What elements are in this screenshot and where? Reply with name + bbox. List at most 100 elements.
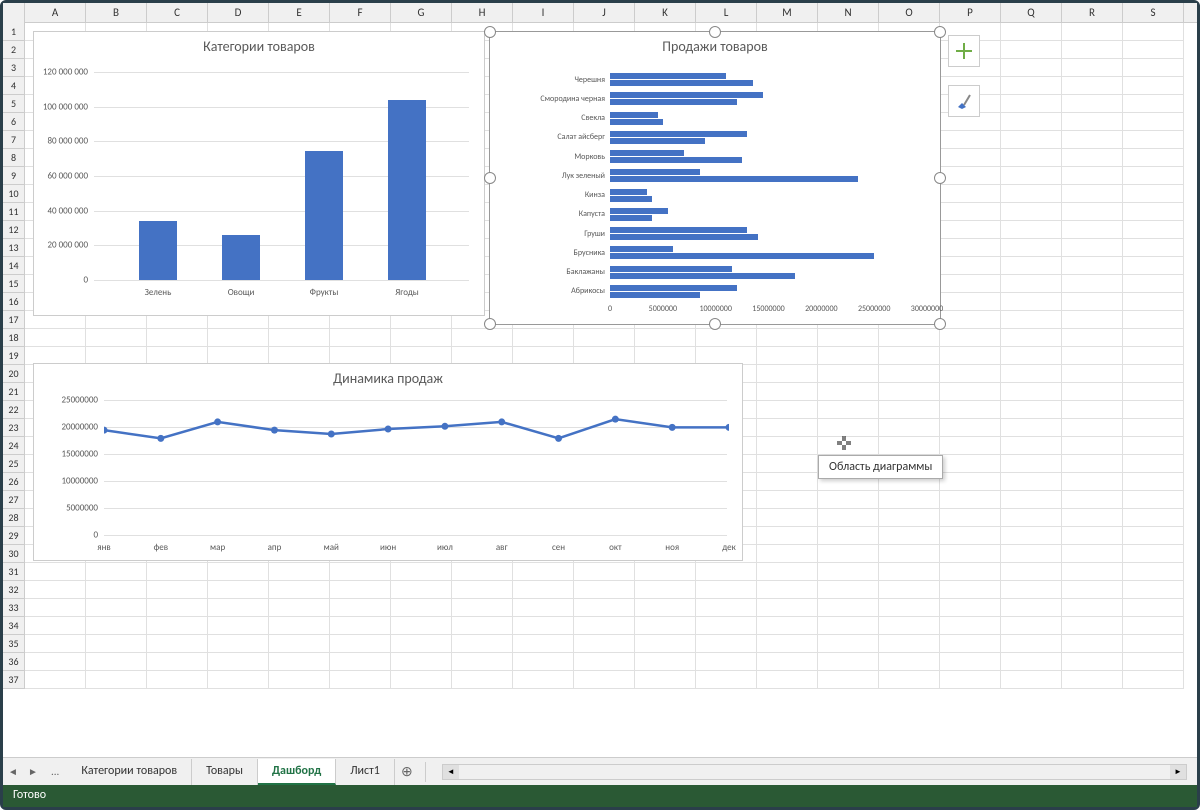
selection-handle[interactable] bbox=[709, 26, 721, 38]
sheet-tab[interactable]: Категории товаров bbox=[67, 759, 192, 785]
bar[interactable] bbox=[222, 235, 260, 281]
row-header[interactable]: 37 bbox=[3, 671, 25, 689]
row-header[interactable]: 29 bbox=[3, 527, 25, 545]
hbar[interactable] bbox=[610, 99, 737, 105]
selection-handle[interactable] bbox=[484, 172, 496, 184]
column-header[interactable]: M bbox=[757, 3, 818, 23]
hbar[interactable] bbox=[610, 292, 700, 298]
row-header[interactable]: 34 bbox=[3, 617, 25, 635]
hbar[interactable] bbox=[610, 246, 673, 252]
row-header[interactable]: 16 bbox=[3, 293, 25, 311]
selection-handle[interactable] bbox=[709, 318, 721, 330]
row-header[interactable]: 27 bbox=[3, 491, 25, 509]
bar[interactable] bbox=[388, 100, 426, 280]
sheet-tab[interactable]: Товары bbox=[192, 759, 258, 785]
row-header[interactable]: 10 bbox=[3, 185, 25, 203]
spreadsheet-grid[interactable]: ABCDEFGHIJKLMNOPQRS 12345678910111213141… bbox=[3, 3, 1197, 752]
row-header[interactable]: 23 bbox=[3, 419, 25, 437]
row-header[interactable]: 18 bbox=[3, 329, 25, 347]
row-header[interactable]: 7 bbox=[3, 131, 25, 149]
hbar[interactable] bbox=[610, 169, 700, 175]
row-header[interactable]: 1 bbox=[3, 23, 25, 41]
selection-handle[interactable] bbox=[934, 318, 946, 330]
tab-nav-prev[interactable]: ◄ bbox=[3, 765, 23, 778]
row-header[interactable]: 35 bbox=[3, 635, 25, 653]
row-header[interactable]: 30 bbox=[3, 545, 25, 563]
hbar[interactable] bbox=[610, 119, 663, 125]
row-header[interactable]: 8 bbox=[3, 149, 25, 167]
hbar[interactable] bbox=[610, 157, 742, 163]
chart-sales[interactable]: Продажи товаров ЧерешняСмородина чернаяС… bbox=[489, 31, 941, 325]
bar[interactable] bbox=[305, 151, 343, 281]
chart-categories[interactable]: Категории товаров 020 000 00040 000 0006… bbox=[33, 31, 485, 316]
column-header[interactable]: I bbox=[513, 3, 574, 23]
selection-handle[interactable] bbox=[934, 26, 946, 38]
row-header[interactable]: 25 bbox=[3, 455, 25, 473]
column-header[interactable]: H bbox=[452, 3, 513, 23]
chart-dynamics[interactable]: Динамика продаж 050000001000000015000000… bbox=[33, 363, 743, 561]
hbar[interactable] bbox=[610, 73, 726, 79]
hbar[interactable] bbox=[610, 138, 705, 144]
column-header[interactable]: O bbox=[879, 3, 940, 23]
column-header[interactable]: B bbox=[86, 3, 147, 23]
column-header[interactable]: F bbox=[330, 3, 391, 23]
hbar[interactable] bbox=[610, 285, 737, 291]
row-header[interactable]: 14 bbox=[3, 257, 25, 275]
hbar[interactable] bbox=[610, 112, 658, 118]
row-header[interactable]: 31 bbox=[3, 563, 25, 581]
row-header[interactable]: 33 bbox=[3, 599, 25, 617]
hbar[interactable] bbox=[610, 227, 747, 233]
hbar[interactable] bbox=[610, 189, 647, 195]
chart-add-element-button[interactable] bbox=[948, 35, 980, 67]
hbar[interactable] bbox=[610, 196, 652, 202]
row-header[interactable]: 28 bbox=[3, 509, 25, 527]
hbar[interactable] bbox=[610, 176, 858, 182]
tab-nav-next[interactable]: ► bbox=[23, 765, 43, 778]
add-sheet-button[interactable]: ⊕ bbox=[395, 763, 419, 780]
row-header[interactable]: 9 bbox=[3, 167, 25, 185]
scroll-right-arrow[interactable]: ► bbox=[1170, 765, 1186, 779]
hbar[interactable] bbox=[610, 253, 874, 259]
row-header[interactable]: 32 bbox=[3, 581, 25, 599]
column-header[interactable]: Q bbox=[1001, 3, 1062, 23]
hbar[interactable] bbox=[610, 150, 684, 156]
column-header[interactable]: S bbox=[1123, 3, 1184, 23]
row-header[interactable]: 22 bbox=[3, 401, 25, 419]
tabs-overflow[interactable]: ... bbox=[43, 765, 67, 778]
select-all-corner[interactable] bbox=[3, 3, 25, 23]
row-header[interactable]: 2 bbox=[3, 41, 25, 59]
row-header[interactable]: 36 bbox=[3, 653, 25, 671]
selection-handle[interactable] bbox=[484, 26, 496, 38]
selection-handle[interactable] bbox=[484, 318, 496, 330]
hbar[interactable] bbox=[610, 208, 668, 214]
chart-style-button[interactable] bbox=[948, 85, 980, 117]
row-header[interactable]: 13 bbox=[3, 239, 25, 257]
hbar[interactable] bbox=[610, 273, 795, 279]
column-header[interactable]: D bbox=[208, 3, 269, 23]
column-header[interactable]: L bbox=[696, 3, 757, 23]
row-header[interactable]: 20 bbox=[3, 365, 25, 383]
row-header[interactable]: 11 bbox=[3, 203, 25, 221]
column-header[interactable]: N bbox=[818, 3, 879, 23]
column-header[interactable]: A bbox=[25, 3, 86, 23]
row-header[interactable]: 5 bbox=[3, 95, 25, 113]
row-header[interactable]: 12 bbox=[3, 221, 25, 239]
hbar[interactable] bbox=[610, 80, 753, 86]
row-header[interactable]: 26 bbox=[3, 473, 25, 491]
selection-handle[interactable] bbox=[934, 172, 946, 184]
column-header[interactable]: J bbox=[574, 3, 635, 23]
row-header[interactable]: 24 bbox=[3, 437, 25, 455]
hbar[interactable] bbox=[610, 92, 763, 98]
row-header[interactable]: 19 bbox=[3, 347, 25, 365]
row-header[interactable]: 15 bbox=[3, 275, 25, 293]
sheet-tab[interactable]: Лист1 bbox=[336, 759, 395, 785]
row-header[interactable]: 6 bbox=[3, 113, 25, 131]
column-header[interactable]: K bbox=[635, 3, 696, 23]
scroll-left-arrow[interactable]: ◄ bbox=[443, 765, 459, 779]
column-header[interactable]: C bbox=[147, 3, 208, 23]
column-header[interactable]: E bbox=[269, 3, 330, 23]
row-header[interactable]: 21 bbox=[3, 383, 25, 401]
hbar[interactable] bbox=[610, 131, 747, 137]
horizontal-scrollbar[interactable]: ◄ ► bbox=[442, 764, 1187, 780]
hbar[interactable] bbox=[610, 234, 758, 240]
